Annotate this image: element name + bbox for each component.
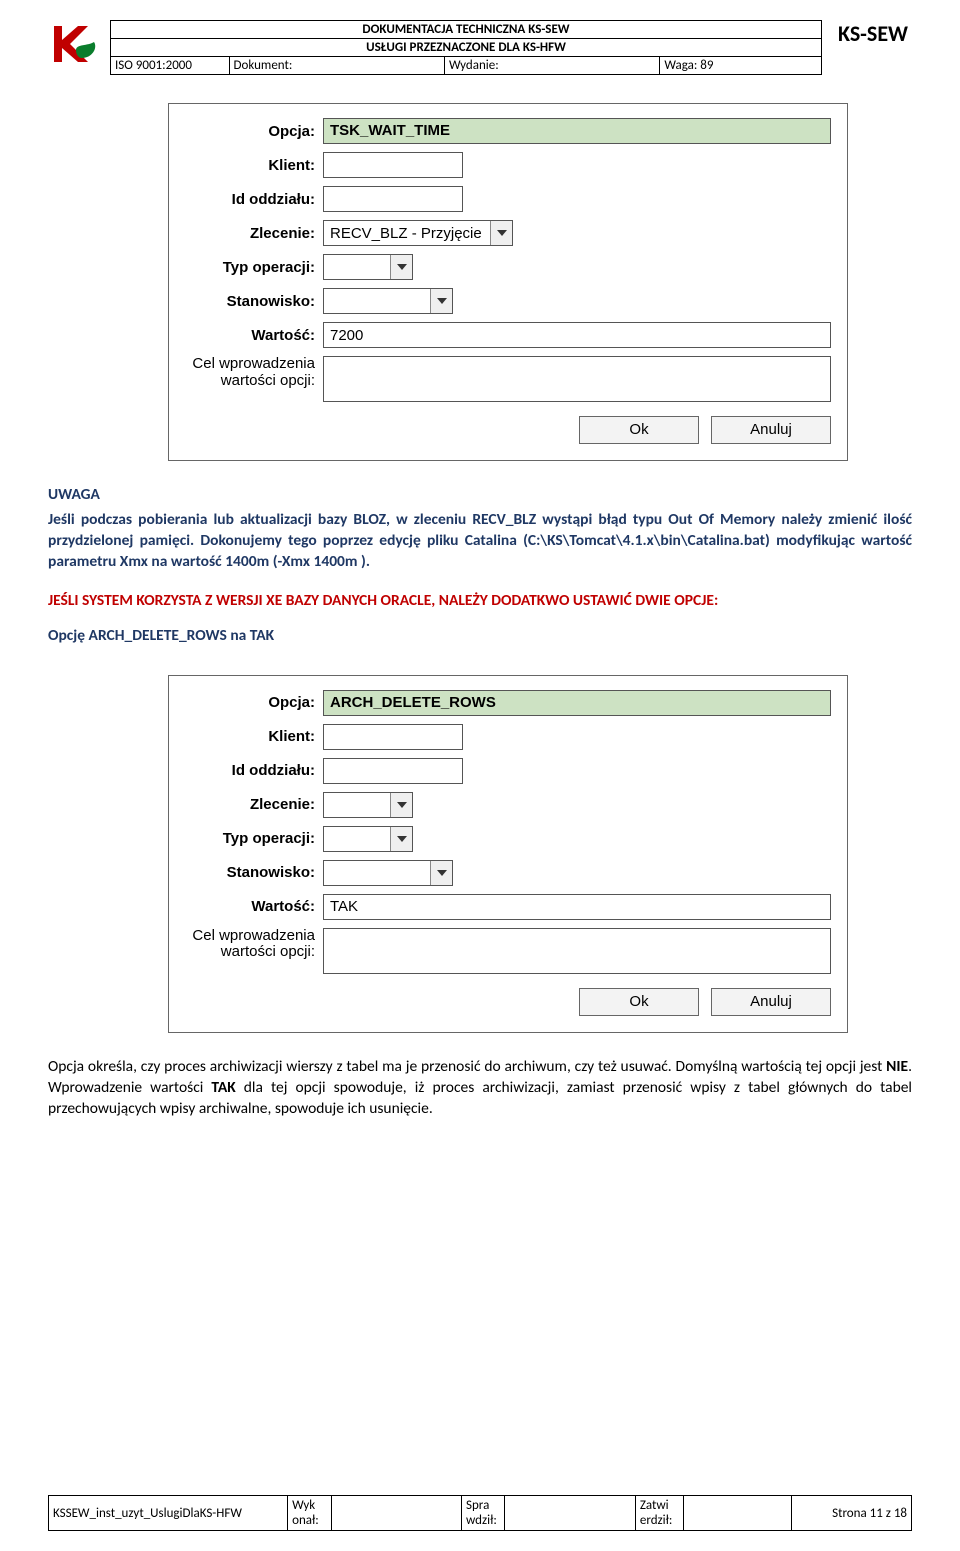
field-opcja: ARCH_DELETE_ROWS [323, 690, 831, 716]
textarea-cel[interactable] [323, 356, 831, 402]
chevron-down-icon [430, 289, 452, 313]
header-waga: Waga: 89 [660, 57, 822, 75]
select-stanowisko[interactable] [323, 288, 453, 314]
logo-icon [48, 20, 102, 68]
footer-wyk-label: Wyk onał: [288, 1496, 331, 1531]
label-id-oddzialu: Id oddziału: [183, 762, 323, 779]
label-klient: Klient: [183, 728, 323, 745]
label-zlecenie: Zlecenie: [183, 225, 323, 242]
header-iso: ISO 9001:2000 [111, 57, 230, 75]
black-paragraph: Opcja określa, czy proces archiwizacji w… [48, 1057, 912, 1120]
label-stanowisko: Stanowisko: [183, 864, 323, 881]
red-warning-line: JEŚLI SYSTEM KORZYSTA Z WERSJI XE BAZY D… [48, 591, 912, 610]
label-klient: Klient: [183, 157, 323, 174]
input-wartosc[interactable] [323, 322, 831, 348]
cancel-button[interactable]: Anuluj [711, 988, 831, 1016]
footer-docid: KSSEW_inst_uzyt_UslugiDlaKS-HFW [49, 1496, 288, 1531]
label-opcja: Opcja: [183, 694, 323, 711]
input-klient[interactable] [323, 724, 463, 750]
chevron-down-icon [390, 255, 412, 279]
field-opcja: TSK_WAIT_TIME [323, 118, 831, 144]
header-title-1: DOKUMENTACJA TECHNICZNA KS-SEW [111, 21, 822, 39]
input-klient[interactable] [323, 152, 463, 178]
form-panel-2: Opcja: ARCH_DELETE_ROWS Klient: Id oddzi… [168, 675, 848, 1033]
footer-spra-label: Spra wdził: [462, 1496, 505, 1531]
input-id-oddzialu[interactable] [323, 758, 463, 784]
chevron-down-icon [490, 221, 512, 245]
label-typ-operacji: Typ operacji: [183, 830, 323, 847]
label-cel: Cel wprowadzenia wartości opcji: [183, 928, 323, 961]
chevron-down-icon [390, 793, 412, 817]
select-typ-operacji[interactable] [323, 826, 413, 852]
label-stanowisko: Stanowisko: [183, 293, 323, 310]
ok-button[interactable]: Ok [579, 416, 699, 444]
label-typ-operacji: Typ operacji: [183, 259, 323, 276]
opcje-line: Opcję ARCH_DELETE_ROWS na TAK [48, 626, 912, 647]
chevron-down-icon [430, 861, 452, 885]
ok-button[interactable]: Ok [579, 988, 699, 1016]
footer-spra-value [505, 1496, 635, 1531]
footer-page: Strona 11 z 18 [792, 1496, 912, 1531]
brand-label: KS-SEW [830, 20, 912, 47]
cancel-button[interactable]: Anuluj [711, 416, 831, 444]
label-id-oddzialu: Id oddziału: [183, 191, 323, 208]
header-dokument: Dokument: [229, 57, 444, 75]
uwaga-heading: UWAGA [48, 485, 912, 504]
label-zlecenie: Zlecenie: [183, 796, 323, 813]
label-opcja: Opcja: [183, 123, 323, 140]
footer-zatw-value [683, 1496, 792, 1531]
footer-zatw-label: Zatwi erdził: [635, 1496, 683, 1531]
select-stanowisko[interactable] [323, 860, 453, 886]
header-table: DOKUMENTACJA TECHNICZNA KS-SEW USŁUGI PR… [110, 20, 822, 75]
uwaga-paragraph: Jeśli podczas pobierania lub aktualizacj… [48, 510, 912, 573]
footer-table: KSSEW_inst_uzyt_UslugiDlaKS-HFW Wyk onał… [48, 1495, 912, 1531]
input-wartosc[interactable] [323, 894, 831, 920]
label-wartosc: Wartość: [183, 898, 323, 915]
label-wartosc: Wartość: [183, 327, 323, 344]
footer-wyk-value [331, 1496, 461, 1531]
select-zlecenie[interactable] [323, 792, 413, 818]
input-id-oddzialu[interactable] [323, 186, 463, 212]
chevron-down-icon [390, 827, 412, 851]
label-cel: Cel wprowadzenia wartości opcji: [183, 356, 323, 389]
form-panel-1: Opcja: TSK_WAIT_TIME Klient: Id oddziału… [168, 103, 848, 461]
select-typ-operacji[interactable] [323, 254, 413, 280]
header-wydanie: Wydanie: [444, 57, 659, 75]
select-zlecenie[interactable]: RECV_BLZ - Przyjęcie [323, 220, 513, 246]
textarea-cel[interactable] [323, 928, 831, 974]
header-title-2: USŁUGI PRZEZNACZONE DLA KS-HFW [111, 39, 822, 57]
